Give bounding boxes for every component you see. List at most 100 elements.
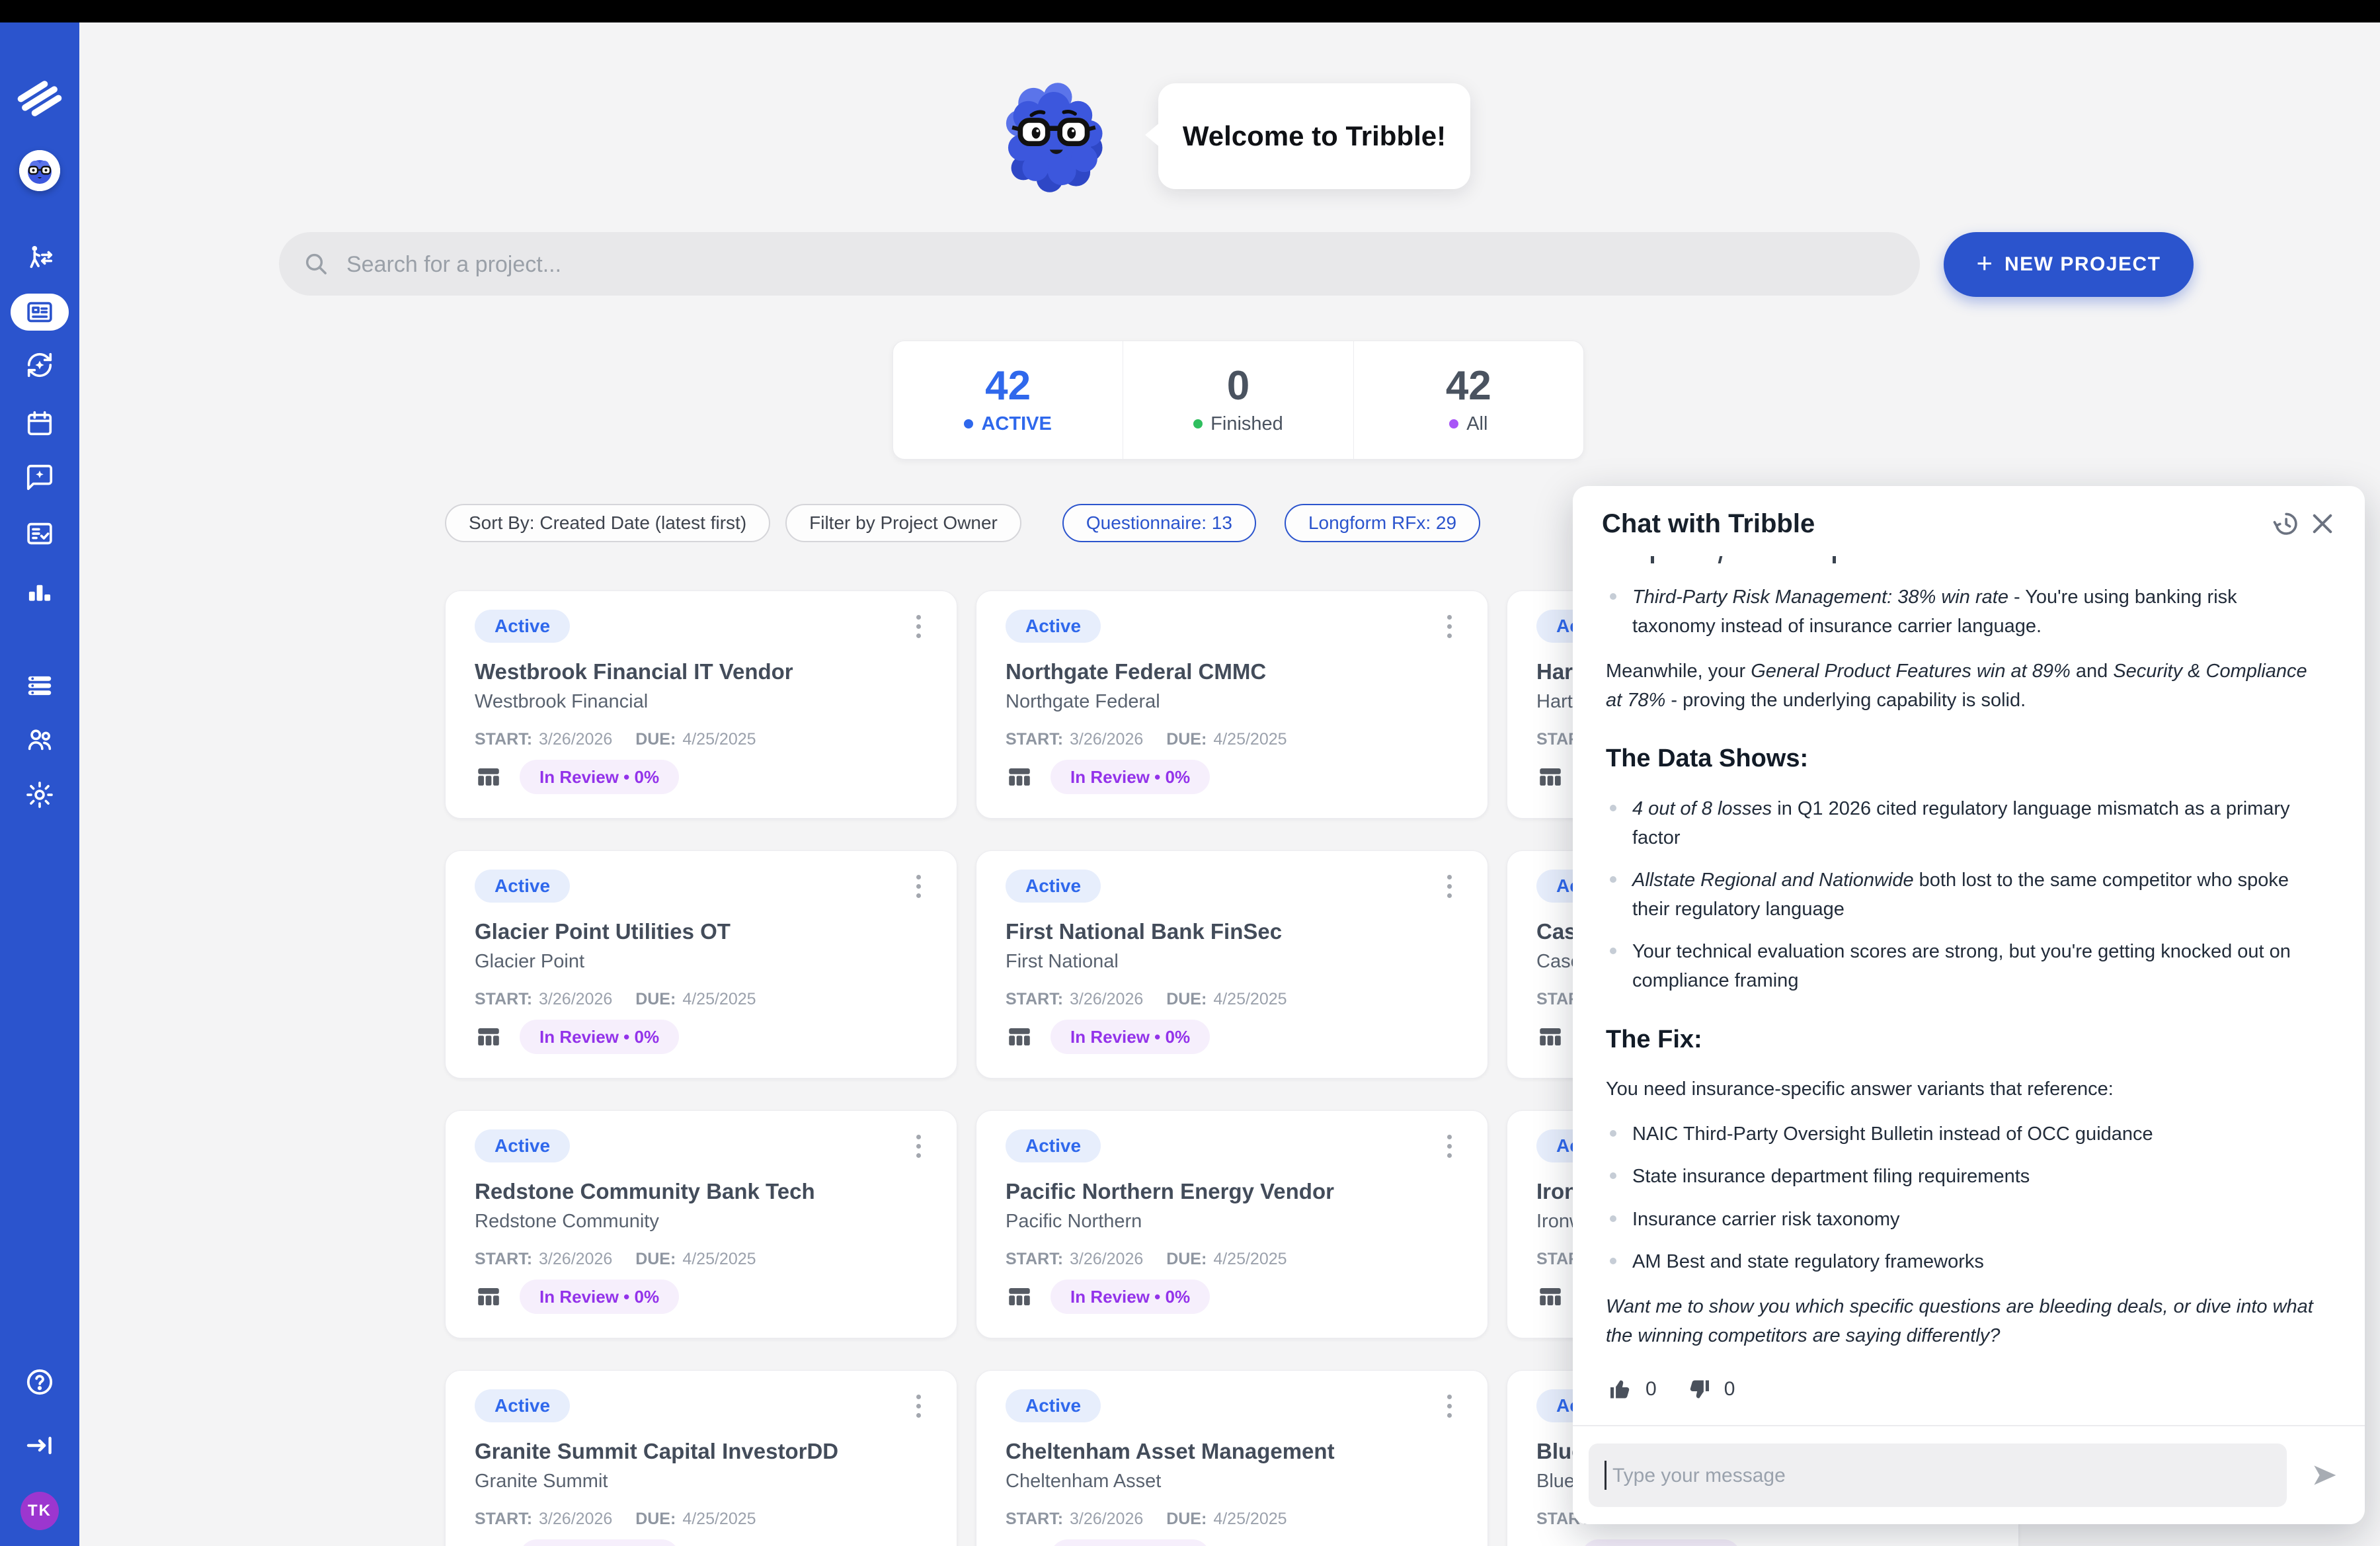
kebab-menu-icon[interactable] bbox=[1441, 610, 1458, 643]
sidebar-item-content-rows[interactable] bbox=[24, 671, 55, 701]
review-progress-badge: In Review • 0% bbox=[520, 1539, 679, 1546]
thumbs-up-count: 0 bbox=[1646, 1374, 1657, 1404]
project-title: Glacier Point Utilities OT bbox=[475, 919, 928, 944]
kebab-menu-icon[interactable] bbox=[1441, 1129, 1458, 1163]
project-card[interactable]: Active Granite Summit Capital InvestorDD… bbox=[445, 1370, 957, 1546]
kebab-menu-icon[interactable] bbox=[910, 870, 928, 903]
project-title: Cheltenham Asset Management bbox=[1006, 1439, 1458, 1464]
sidebar-item-help[interactable] bbox=[24, 1366, 56, 1398]
search-icon bbox=[303, 251, 329, 277]
status-badge: Active bbox=[475, 1129, 570, 1162]
thumbs-down-button[interactable] bbox=[1685, 1375, 1714, 1404]
project-dates: START:3/26/2026 DUE:4/25/2025 bbox=[1006, 730, 1458, 749]
review-progress-badge: In Review • 0% bbox=[520, 1280, 679, 1314]
review-progress-badge: In Review • 0% bbox=[1051, 1280, 1210, 1314]
table-icon bbox=[1006, 1283, 1033, 1311]
sidebar-item-chat[interactable] bbox=[24, 462, 55, 493]
chat-close-button[interactable] bbox=[2304, 505, 2341, 542]
chat-paragraph: Want me to show you which specific quest… bbox=[1606, 1292, 2322, 1350]
sidebar-item-checklist[interactable] bbox=[24, 518, 55, 549]
chat-paragraph: You need insurance-specific answer varia… bbox=[1606, 1075, 2322, 1104]
tribble-assistant-avatar[interactable] bbox=[19, 150, 60, 191]
project-dates: START:3/26/2026 DUE:4/25/2025 bbox=[475, 1250, 928, 1269]
project-card[interactable]: Active Cheltenham Asset Management Chelt… bbox=[976, 1370, 1488, 1546]
sort-chip[interactable]: Sort By: Created Date (latest first) bbox=[445, 504, 770, 542]
chat-bullet: State insurance department filing requir… bbox=[1606, 1162, 2322, 1191]
project-card[interactable]: Active Redstone Community Bank Tech Reds… bbox=[445, 1110, 957, 1338]
project-dates: START:3/26/2026 DUE:4/25/2025 bbox=[475, 1510, 928, 1529]
table-icon bbox=[475, 763, 502, 791]
close-icon bbox=[2309, 510, 2336, 538]
chat-scroll[interactable]: Third-Party Risk Management: 38% win rat… bbox=[1606, 552, 2322, 1424]
sidebar-item-settings[interactable] bbox=[24, 780, 55, 810]
project-card[interactable]: Active Northgate Federal CMMC Northgate … bbox=[976, 590, 1488, 819]
stat-finished[interactable]: 0 Finished bbox=[1123, 341, 1353, 459]
app-window: TK bbox=[0, 0, 2380, 1546]
chat-bullet: 4 out of 8 losses in Q1 2026 cited regul… bbox=[1606, 794, 2322, 852]
text-cursor bbox=[1605, 1461, 1606, 1490]
status-badge: Active bbox=[1006, 610, 1101, 643]
table-icon bbox=[1006, 763, 1033, 791]
user-initials: TK bbox=[28, 1502, 52, 1520]
chat-message-input[interactable] bbox=[1611, 1444, 2274, 1508]
user-avatar[interactable]: TK bbox=[20, 1492, 59, 1530]
welcome-text: Welcome to Tribble! bbox=[1183, 120, 1446, 152]
kebab-menu-icon[interactable] bbox=[1441, 870, 1458, 903]
longform-rfx-chip[interactable]: Longform RFx: 29 bbox=[1285, 504, 1480, 542]
tribble-mascot bbox=[995, 74, 1117, 201]
review-progress-badge: In Review • 0% bbox=[1051, 1020, 1210, 1054]
project-client: Northgate Federal bbox=[1006, 691, 1458, 713]
project-title: Pacific Northern Energy Vendor bbox=[1006, 1179, 1458, 1204]
project-card[interactable]: Active Westbrook Financial IT Vendor Wes… bbox=[445, 590, 957, 819]
project-card[interactable]: Active First National Bank FinSec First … bbox=[976, 850, 1488, 1078]
stat-active[interactable]: 42 ACTIVE bbox=[893, 341, 1123, 459]
sidebar-item-calendar[interactable] bbox=[24, 409, 55, 439]
status-badge: Active bbox=[1006, 870, 1101, 903]
project-dates: START:3/26/2026 DUE:4/25/2025 bbox=[1006, 1250, 1458, 1269]
new-project-button[interactable]: + NEW PROJECT bbox=[1944, 232, 2194, 297]
table-icon bbox=[1536, 1023, 1564, 1051]
message-feedback: 00 bbox=[1606, 1374, 2322, 1404]
project-stats-card: 42 ACTIVE 0 Finished 42 All bbox=[892, 341, 1584, 460]
chat-bullet-list: Third-Party Risk Management: 38% win rat… bbox=[1606, 583, 2322, 641]
all-dot bbox=[1449, 419, 1458, 428]
finished-dot bbox=[1193, 419, 1203, 428]
kebab-menu-icon[interactable] bbox=[910, 610, 928, 643]
chat-history-button[interactable] bbox=[2267, 505, 2304, 542]
project-client: Westbrook Financial bbox=[475, 691, 928, 713]
search-input[interactable] bbox=[345, 232, 1895, 297]
chat-bullet: Allstate Regional and Nationwide both lo… bbox=[1606, 866, 2322, 924]
chat-bullet-list: NAIC Third-Party Oversight Bulletin inst… bbox=[1606, 1119, 2322, 1276]
review-progress-badge: In Review • 0% bbox=[520, 1020, 679, 1054]
kebab-menu-icon[interactable] bbox=[1441, 1389, 1458, 1423]
project-dates: START:3/26/2026 DUE:4/25/2025 bbox=[1006, 1510, 1458, 1529]
project-card[interactable]: Active Glacier Point Utilities OT Glacie… bbox=[445, 850, 957, 1078]
send-button[interactable] bbox=[2303, 1454, 2345, 1496]
project-dates: START:3/26/2026 DUE:4/25/2025 bbox=[475, 990, 928, 1009]
sidebar-item-analytics[interactable] bbox=[24, 576, 55, 606]
welcome-bubble: Welcome to Tribble! bbox=[1158, 83, 1470, 189]
sidebar-item-sync[interactable] bbox=[24, 350, 55, 380]
chat-bullet: NAIC Third-Party Oversight Bulletin inst… bbox=[1606, 1119, 2322, 1149]
project-client: Pacific Northern bbox=[1006, 1211, 1458, 1233]
project-dates: START:3/26/2026 DUE:4/25/2025 bbox=[475, 730, 928, 749]
stat-all[interactable]: 42 All bbox=[1353, 341, 1583, 459]
sidebar-item-sign-out[interactable] bbox=[24, 1430, 56, 1461]
owner-filter-chip[interactable]: Filter by Project Owner bbox=[785, 504, 1021, 542]
active-dot bbox=[964, 419, 973, 428]
questionnaire-chip[interactable]: Questionnaire: 13 bbox=[1062, 504, 1256, 542]
thumbs-up-button[interactable] bbox=[1606, 1375, 1635, 1404]
table-icon bbox=[1536, 1543, 1564, 1546]
project-title: First National Bank FinSec bbox=[1006, 919, 1458, 944]
thumbs-down-count: 0 bbox=[1724, 1374, 1735, 1404]
sidebar-item-handoff[interactable] bbox=[24, 243, 55, 273]
kebab-menu-icon[interactable] bbox=[910, 1129, 928, 1163]
project-card[interactable]: Active Pacific Northern Energy Vendor Pa… bbox=[976, 1110, 1488, 1338]
status-badge: Active bbox=[1006, 1129, 1101, 1162]
sidebar-item-team[interactable] bbox=[24, 725, 55, 755]
kebab-menu-icon[interactable] bbox=[910, 1389, 928, 1423]
sidebar-item-projects[interactable] bbox=[11, 294, 69, 331]
project-search bbox=[279, 232, 1920, 296]
tribble-logo-icon[interactable] bbox=[14, 73, 65, 124]
review-progress-badge: In Review • 0% bbox=[1051, 1539, 1210, 1546]
